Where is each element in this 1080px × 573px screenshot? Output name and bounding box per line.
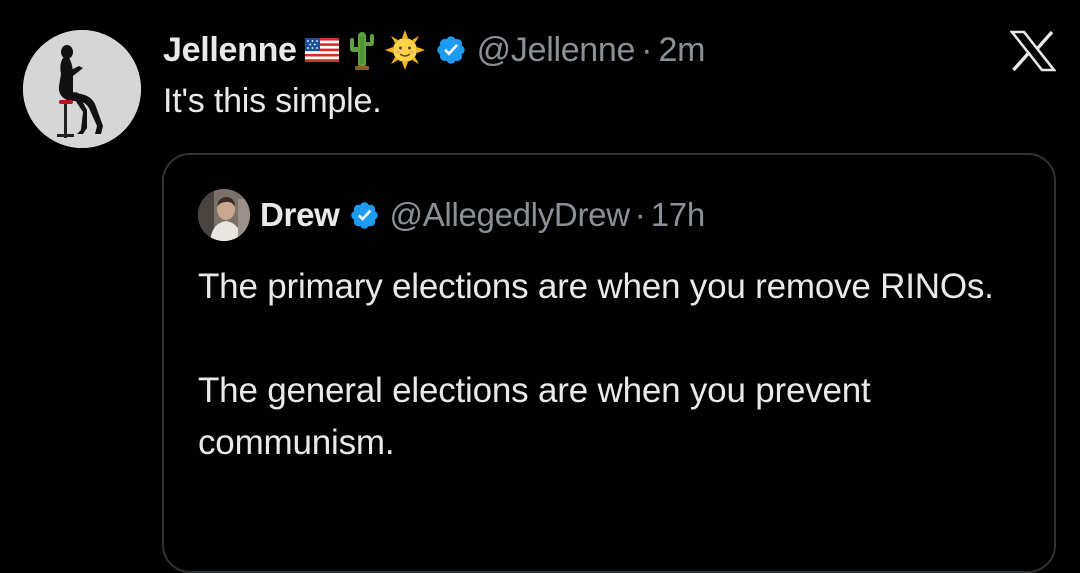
author-avatar[interactable] bbox=[23, 30, 141, 148]
quote-paragraph: The general elections are when you preve… bbox=[198, 371, 871, 462]
author-handle[interactable]: @Jellenne bbox=[477, 31, 636, 70]
quote-verified-badge-icon[interactable] bbox=[349, 200, 380, 231]
tweet-text: It's this simple. bbox=[163, 82, 382, 120]
cactus-icon bbox=[347, 30, 377, 70]
quote-author-display-name[interactable]: Drew bbox=[260, 196, 340, 234]
quote-author-handle[interactable]: @AllegedlyDrew bbox=[390, 196, 631, 234]
sun-with-face-icon bbox=[384, 30, 425, 70]
us-flag-icon bbox=[304, 38, 339, 62]
tweet: Jellenne @Jellenne · 2m It's this simple… bbox=[0, 0, 1080, 573]
quote-author-avatar[interactable] bbox=[198, 189, 250, 241]
quote-paragraph: The primary elections are when you remov… bbox=[198, 267, 994, 306]
quote-header: Drew @AllegedlyDrew · 17h bbox=[260, 193, 705, 237]
verified-badge-icon[interactable] bbox=[435, 34, 467, 66]
tweet-header: Jellenne @Jellenne · 2m bbox=[163, 28, 705, 72]
quote-header-separator: · bbox=[634, 196, 646, 233]
tweet-timestamp[interactable]: 2m bbox=[658, 31, 705, 70]
header-separator: · bbox=[641, 30, 653, 69]
quote-timestamp[interactable]: 17h bbox=[651, 196, 705, 234]
avatar-silhouette-icon bbox=[23, 30, 141, 148]
quote-text: The primary elections are when you remov… bbox=[198, 261, 1028, 469]
quoted-tweet[interactable]: Drew @AllegedlyDrew · 17h The primary el… bbox=[162, 153, 1056, 573]
avatar-photo-icon bbox=[198, 189, 250, 241]
author-display-name[interactable]: Jellenne bbox=[163, 31, 297, 70]
x-logo-icon bbox=[1010, 30, 1056, 72]
